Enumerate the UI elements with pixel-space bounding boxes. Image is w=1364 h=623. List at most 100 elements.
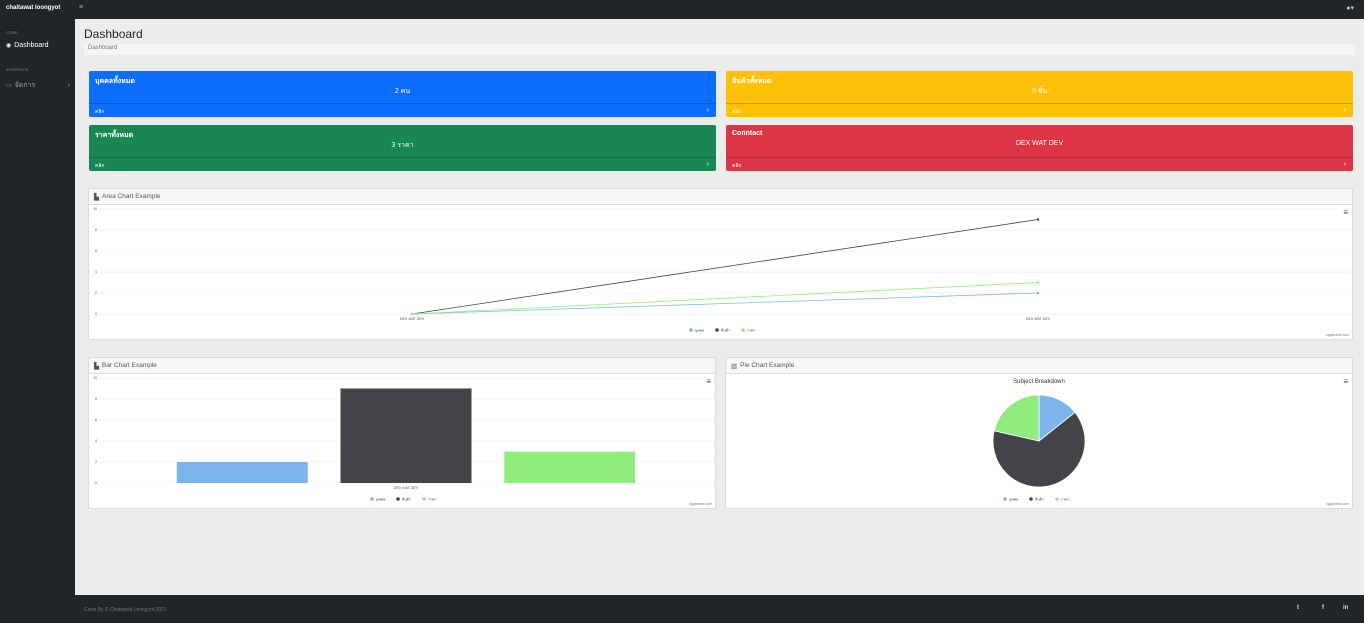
brand-logo[interactable]: chaitawat loongyot bbox=[6, 5, 60, 11]
legend-marker bbox=[1003, 497, 1007, 501]
legend-label: บุคคล bbox=[695, 329, 704, 334]
y-tick-label: 2 bbox=[95, 291, 97, 295]
columns-icon: ▭ bbox=[6, 83, 12, 89]
y-tick-label: 2 bbox=[95, 460, 97, 464]
chevron-right-icon: › bbox=[67, 82, 70, 89]
bar bbox=[504, 451, 636, 483]
legend-marker bbox=[396, 497, 400, 501]
panel-header: ▙ Bar Chart Example bbox=[89, 358, 715, 374]
series-line bbox=[411, 282, 1039, 315]
area-chart-icon: ▙ bbox=[94, 193, 99, 201]
legend-marker bbox=[422, 497, 426, 501]
bar bbox=[176, 462, 308, 483]
chart-title: Subject Breakdown bbox=[1013, 379, 1065, 385]
top-navbar: chaitawat loongyot ≡ ●▾ bbox=[0, 0, 1364, 19]
chart-credit[interactable]: zygarome.com bbox=[1326, 333, 1349, 337]
bar-chart: 0 2 4 6 8 10 DEX WAT DEV บุคคล สินค้า ราคา bbox=[93, 376, 713, 503]
panel-title: Bar Chart Example bbox=[102, 362, 157, 369]
x-tick-label: DEX WAT DEV bbox=[1026, 317, 1051, 321]
panel-header: ▙ Area Chart Example bbox=[89, 189, 1352, 205]
chart-menu-icon[interactable]: ≡ bbox=[1343, 208, 1348, 217]
chart-credit[interactable]: zygarome.com bbox=[1326, 502, 1349, 506]
panel-title: Pie Chart Example bbox=[740, 362, 795, 369]
y-tick-label: 6 bbox=[95, 249, 97, 253]
legend-label: สินค้า bbox=[1035, 497, 1044, 502]
sidebar-heading-interface: INTERFACE bbox=[6, 67, 29, 72]
area-chart: 0 2 4 6 8 10 DEX WAT DEV DEX WAT DEV บุคคล สินค้า… bbox=[93, 207, 1351, 334]
page-title: Dashboard bbox=[84, 27, 143, 41]
legend-label: ราคา bbox=[428, 498, 436, 502]
card-footer-label: คลิก bbox=[95, 163, 105, 169]
sidebar-item-label: Dashboard bbox=[14, 42, 49, 49]
y-tick-label: 0 bbox=[95, 481, 97, 485]
y-tick-label: 8 bbox=[95, 228, 97, 232]
card-value: DEX WAT DEV bbox=[1015, 140, 1064, 147]
legend-label: บุคคล bbox=[376, 498, 385, 503]
pie-chart-icon: ▥ bbox=[731, 362, 738, 370]
y-tick-label: 10 bbox=[93, 207, 97, 211]
x-tick-label: DEX WAT DEV bbox=[394, 486, 419, 490]
card-footer-link[interactable]: คลิก › bbox=[89, 103, 716, 117]
bar-chart-icon: ▙ bbox=[94, 362, 99, 370]
x-tick-label: DEX WAT DEV bbox=[400, 317, 425, 321]
facebook-icon[interactable]: f bbox=[1322, 605, 1324, 611]
card-people: บุคคลทั้งหมด 2 คน คลิก › bbox=[89, 71, 716, 117]
series-line bbox=[411, 219, 1039, 315]
data-point bbox=[1036, 281, 1040, 284]
legend-label: สินค้า bbox=[721, 328, 730, 333]
pie-chart: Subject Breakdown บุคคล สินค้า ราคา bbox=[992, 379, 1086, 503]
area-chart-panel: ▙ Area Chart Example 0 2 4 6 8 10 DEX WAT DEV D… bbox=[88, 188, 1353, 340]
panel-title: Area Chart Example bbox=[102, 193, 161, 200]
legend-marker bbox=[1055, 497, 1059, 501]
card-contact: Conntact DEX WAT DEV คลิก › bbox=[726, 125, 1353, 171]
card-value: 0 ชิ้น bbox=[1031, 88, 1048, 95]
data-point bbox=[1036, 218, 1040, 221]
legend-label: สินค้า bbox=[402, 497, 411, 502]
linkedin-icon[interactable]: in bbox=[1343, 605, 1348, 611]
card-footer-link[interactable]: คลิก › bbox=[89, 157, 716, 171]
chevron-right-icon: › bbox=[706, 107, 709, 114]
user-icon[interactable]: ●▾ bbox=[1346, 4, 1354, 12]
chevron-right-icon: › bbox=[706, 161, 709, 168]
data-point bbox=[410, 312, 414, 316]
sidebar-heading-core: CORE bbox=[6, 30, 18, 35]
card-footer-label: คลิก bbox=[95, 109, 105, 115]
chart-credit[interactable]: zygarome.com bbox=[689, 502, 712, 506]
card-footer-link[interactable]: คลิก › bbox=[726, 157, 1353, 171]
card-value: 3 ราคา bbox=[391, 142, 414, 149]
sidebar-item-manage[interactable]: ▭ จัดการ › bbox=[6, 80, 70, 91]
y-tick-label: 4 bbox=[95, 270, 97, 274]
copyright-text: Creat By © Chaitawat Loongyot 2021 bbox=[84, 607, 167, 613]
card-footer-label: คลิก bbox=[732, 109, 742, 115]
card-footer-link[interactable]: คลิก › bbox=[726, 103, 1353, 117]
legend-marker bbox=[1029, 497, 1033, 501]
legend-label: บุคคล bbox=[1009, 498, 1018, 503]
chevron-right-icon: › bbox=[1343, 107, 1346, 114]
card-products: สินค้าทั้งหมด 0 ชิ้น คลิก › bbox=[726, 71, 1353, 117]
card-prices: ราคาทั้งหมด 3 ราคา คลิก › bbox=[89, 125, 716, 171]
twitter-icon[interactable]: t bbox=[1297, 605, 1299, 611]
card-footer-label: คลิก bbox=[732, 163, 742, 169]
chart-menu-icon[interactable]: ≡ bbox=[706, 377, 711, 386]
legend-marker bbox=[715, 328, 719, 332]
bars-icon[interactable]: ≡ bbox=[79, 4, 83, 11]
main-content: Dashboard Dashboard บุคคลทั้งหมด 2 คน คล… bbox=[75, 19, 1364, 595]
pie-chart-panel: ▥ Pie Chart Example Subject Breakdown บุค… bbox=[725, 357, 1353, 509]
bar-chart-panel: ▙ Bar Chart Example 0 2 4 6 8 10 DEX WAT DEV บุ… bbox=[88, 357, 716, 509]
y-tick-label: 10 bbox=[93, 376, 97, 380]
sidebar-item-label: จัดการ bbox=[14, 82, 36, 89]
panel-header: ▥ Pie Chart Example bbox=[726, 358, 1352, 374]
data-point bbox=[1036, 291, 1040, 295]
legend-marker bbox=[689, 328, 693, 332]
breadcrumb: Dashboard bbox=[84, 44, 1355, 55]
page-footer: Creat By © Chaitawat Loongyot 2021 t f i… bbox=[75, 595, 1364, 623]
legend-label: ราคา bbox=[1061, 498, 1069, 502]
card-value: 2 คน bbox=[394, 88, 411, 95]
sidebar-item-dashboard[interactable]: ◉ Dashboard bbox=[6, 42, 70, 49]
legend-marker bbox=[741, 328, 745, 332]
chart-menu-icon[interactable]: ≡ bbox=[1343, 377, 1348, 386]
y-tick-label: 8 bbox=[95, 397, 97, 401]
y-tick-label: 4 bbox=[95, 439, 97, 443]
bar bbox=[340, 388, 472, 483]
tachometer-icon: ◉ bbox=[6, 43, 12, 49]
